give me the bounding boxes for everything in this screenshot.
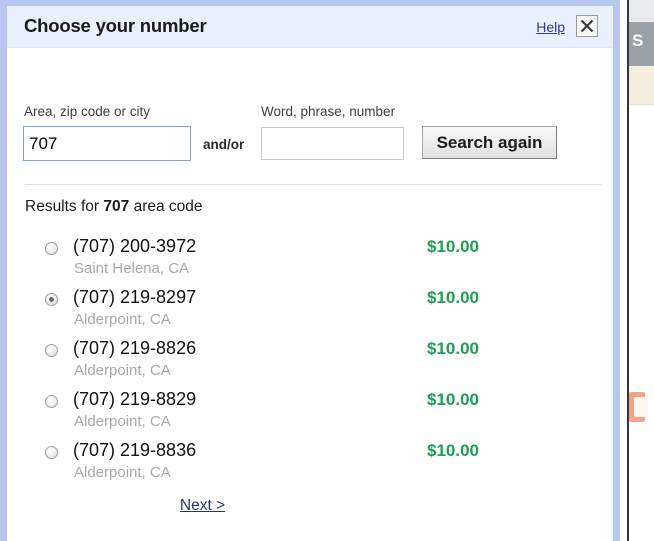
phone-number-price: $10.00 [427, 237, 479, 256]
results-heading-query: 707 [103, 198, 130, 215]
results-list: (707) 200-3972 Saint Helena, CA $10.00 (707… [7, 236, 613, 491]
result-row[interactable]: (707) 219-8297 Alderpoint, CA $10.00 [7, 287, 613, 338]
phone-number-radio[interactable] [45, 344, 58, 357]
background-window-edge [627, 0, 629, 541]
close-button[interactable] [576, 15, 598, 37]
phone-number-label: (707) 200-3972 [73, 236, 197, 256]
phone-number-radio[interactable] [45, 395, 58, 408]
word-phrase-number-input[interactable] [261, 127, 404, 160]
search-again-button[interactable]: Search again [422, 126, 557, 159]
background-toolbar-strip [627, 0, 654, 22]
phone-number-city: Alderpoint, CA [74, 362, 171, 379]
phone-number-price: $10.00 [427, 390, 479, 409]
results-heading: Results for 707 area code [25, 198, 203, 216]
area-zip-city-input[interactable] [23, 126, 191, 161]
close-x-icon [580, 19, 594, 33]
result-row[interactable]: (707) 200-3972 Saint Helena, CA $10.00 [7, 236, 613, 287]
phone-number-city: Saint Helena, CA [74, 260, 190, 277]
dialog-body: Area, zip code or city Word, phrase, num… [7, 48, 613, 541]
word-field-label: Word, phrase, number [261, 104, 396, 119]
area-field-label: Area, zip code or city [24, 104, 151, 119]
phone-number-label: (707) 219-8836 [73, 440, 197, 460]
pagination: Next > [7, 497, 613, 515]
phone-number-radio[interactable] [45, 242, 58, 255]
page-title: Choose your number [24, 15, 207, 36]
phone-number-city: Alderpoint, CA [74, 413, 171, 430]
and-or-label: and/or [203, 137, 245, 152]
dialog-header: Choose your number Help [7, 6, 613, 48]
background-divider [627, 104, 654, 105]
phone-number-price: $10.00 [427, 339, 479, 358]
phone-number-label: (707) 219-8826 [73, 338, 197, 358]
phone-number-radio[interactable] [45, 293, 58, 306]
background-gray-bar: S [627, 22, 654, 66]
phone-number-price: $10.00 [427, 441, 479, 460]
results-heading-prefix: Results for [25, 198, 104, 215]
background-cream-band [627, 66, 654, 104]
background-orange-badge-inner [634, 397, 648, 417]
phone-number-label: (707) 219-8297 [73, 287, 197, 307]
phone-number-city: Alderpoint, CA [74, 311, 171, 328]
result-row[interactable]: (707) 219-8829 Alderpoint, CA $10.00 [7, 389, 613, 440]
background-glyph-text: S [632, 31, 644, 50]
phone-number-radio[interactable] [45, 446, 58, 459]
phone-number-label: (707) 219-8829 [73, 389, 197, 409]
phone-number-price: $10.00 [427, 288, 479, 307]
section-divider [25, 184, 602, 185]
phone-number-city: Alderpoint, CA [74, 464, 171, 481]
next-page-link[interactable]: Next > [180, 497, 225, 515]
result-row[interactable]: (707) 219-8826 Alderpoint, CA $10.00 [7, 338, 613, 389]
background-orange-badge [629, 392, 648, 422]
choose-number-dialog: Choose your number Help Area, zip code o… [0, 0, 620, 541]
results-heading-suffix: area code [129, 198, 203, 215]
result-row[interactable]: (707) 219-8836 Alderpoint, CA $10.00 [7, 440, 613, 491]
background-page-strip: S [627, 0, 654, 541]
help-link[interactable]: Help [536, 19, 565, 35]
